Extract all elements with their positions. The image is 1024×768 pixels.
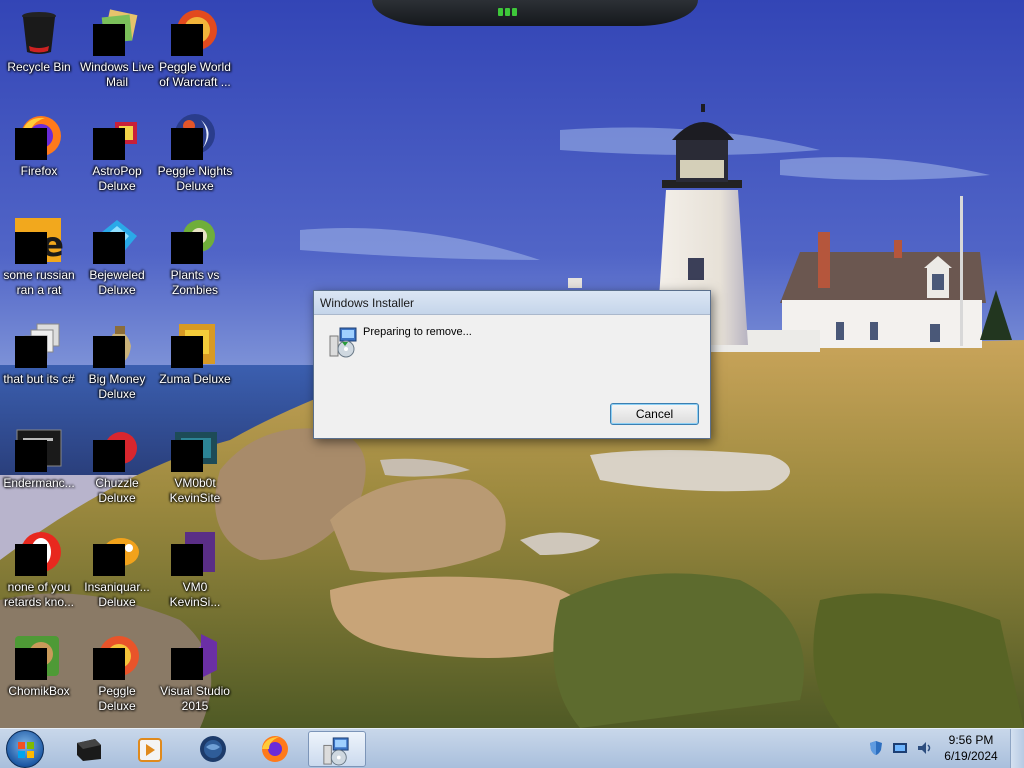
desktop-icon-label: VM0b0t KevinSite xyxy=(169,476,221,505)
taskbar-button-media-player[interactable] xyxy=(122,731,176,767)
desktop-icon-some-russian-ran-a-rat[interactable]: e some russian ran a rat xyxy=(0,210,78,306)
desktop-icon-astropop-deluxe[interactable]: AstroPop Deluxe xyxy=(78,106,156,202)
redacted-overlay xyxy=(171,440,203,472)
clock-date[interactable]: 6/19/2024 xyxy=(942,749,1000,763)
dialog-message: Preparing to remove... xyxy=(363,326,472,338)
taskbar: 9:56 PM 6/19/2024 xyxy=(0,728,1024,768)
desktop-icon-peggle-world-of-warcraft[interactable]: Peggle World of Warcraft ... xyxy=(156,2,234,98)
desktop-icon-label: VM0 KevinSi... xyxy=(169,580,221,609)
desktop-icon-zuma-deluxe[interactable]: Zuma Deluxe xyxy=(156,314,234,410)
dialog-body: Preparing to remove... Cancel xyxy=(314,316,710,438)
desktop-icon-label: Peggle Nights Deluxe xyxy=(157,164,233,193)
desktop-icon-vm0-kevinsi[interactable]: VM0 KevinSi... xyxy=(156,522,234,618)
installer-icon xyxy=(323,737,349,766)
redacted-overlay xyxy=(15,648,47,680)
desktop-icon-label: Peggle Deluxe xyxy=(98,684,136,713)
show-desktop-button[interactable] xyxy=(1010,729,1024,768)
recycle-bin-icon xyxy=(22,12,56,54)
desktop-icon-label: Zuma Deluxe xyxy=(159,372,231,386)
desktop-icon-label: Peggle World of Warcraft ... xyxy=(159,60,231,89)
desktop-icon-chomikbox[interactable]: ChomikBox xyxy=(0,626,78,722)
volume-icon[interactable] xyxy=(916,740,932,756)
black-box-icon xyxy=(77,739,101,761)
network-monitor-icon[interactable] xyxy=(892,740,908,756)
system-tray: 9:56 PM 6/19/2024 xyxy=(862,729,1024,768)
redacted-overlay xyxy=(93,544,125,576)
desktop-icon-none-of-you[interactable]: none of you retards kno... xyxy=(0,522,78,618)
desktop-icon-bejeweled-deluxe[interactable]: Bejeweled Deluxe xyxy=(78,210,156,306)
desktop-icon-label: ChomikBox xyxy=(8,684,70,698)
clock-time[interactable]: 9:56 PM xyxy=(942,733,1000,747)
desktop-icon-label: Insaniquar... Deluxe xyxy=(84,580,150,609)
taskbar-button-globe[interactable] xyxy=(186,731,240,767)
redacted-overlay xyxy=(171,24,203,56)
taskbar-button-windows-installer[interactable] xyxy=(308,731,366,767)
desktop-icon-label: Plants vs Zombies xyxy=(170,268,220,297)
shield-icon[interactable] xyxy=(868,740,884,756)
desktop-icon-label: AstroPop Deluxe xyxy=(92,164,142,193)
top-gadget-bar xyxy=(372,0,698,26)
taskbar-button-black-box[interactable] xyxy=(62,731,116,767)
desktop-icon-firefox[interactable]: Firefox xyxy=(0,106,78,202)
dialog-titlebar[interactable]: Windows Installer xyxy=(314,291,710,315)
desktop-icon-label: Chuzzle Deluxe xyxy=(95,476,139,505)
desktop-icon-label: none of you retards kno... xyxy=(3,580,75,609)
status-led-icon xyxy=(498,8,503,16)
redacted-overlay xyxy=(15,232,47,264)
desktop-icon-peggle-nights-deluxe[interactable]: Peggle Nights Deluxe xyxy=(156,106,234,202)
taskbar-button-firefox[interactable] xyxy=(248,731,302,767)
redacted-overlay xyxy=(171,336,203,368)
desktop-icon-label: Bejeweled Deluxe xyxy=(89,268,145,297)
media-player-icon xyxy=(138,738,162,762)
redacted-overlay xyxy=(15,440,47,472)
desktop-icon-label: some russian ran a rat xyxy=(3,268,75,297)
redacted-overlay xyxy=(93,24,125,56)
desktop-icon-label: Windows Live Mail xyxy=(79,60,155,89)
desktop-icon-label: Visual Studio 2015 xyxy=(160,684,230,713)
redacted-overlay xyxy=(93,232,125,264)
redacted-overlay xyxy=(93,128,125,160)
desktop-icon-vm0b0t-kevinsite[interactable]: VM0b0t KevinSite xyxy=(156,418,234,514)
desktop-icon-label: Recycle Bin xyxy=(7,60,71,74)
desktop-icon-insaniquarium-deluxe[interactable]: Insaniquar... Deluxe xyxy=(78,522,156,618)
redacted-overlay xyxy=(171,128,203,160)
status-led-icon xyxy=(512,8,517,16)
desktop-icon-label: Firefox xyxy=(20,164,58,178)
desktop-icon-windows-live-mail[interactable]: Windows Live Mail xyxy=(78,2,156,98)
dialog-title: Windows Installer xyxy=(320,296,415,310)
redacted-overlay xyxy=(93,336,125,368)
desktop-icon-visual-studio-2015[interactable]: Visual Studio 2015 xyxy=(156,626,234,722)
globe-icon xyxy=(200,736,226,762)
windows-start-icon xyxy=(18,742,34,758)
redacted-overlay xyxy=(93,440,125,472)
firefox-icon xyxy=(262,736,288,762)
redacted-overlay xyxy=(15,128,47,160)
installer-icon xyxy=(329,327,357,358)
start-button[interactable] xyxy=(6,730,44,768)
desktop-icon-label: Big Money Deluxe xyxy=(88,372,146,401)
desktop-icon-chuzzle-deluxe[interactable]: Chuzzle Deluxe xyxy=(78,418,156,514)
cancel-button[interactable]: Cancel xyxy=(610,403,699,425)
redacted-overlay xyxy=(15,336,47,368)
redacted-overlay xyxy=(15,544,47,576)
redacted-overlay xyxy=(171,232,203,264)
desktop-icon-that-but-its-csharp[interactable]: that but its c# xyxy=(0,314,78,410)
desktop-icon-big-money-deluxe[interactable]: Big Money Deluxe xyxy=(78,314,156,410)
redacted-overlay xyxy=(171,648,203,680)
desktop-icon-peggle-deluxe[interactable]: Peggle Deluxe xyxy=(78,626,156,722)
redacted-overlay xyxy=(93,648,125,680)
desktop-icon-label: that but its c# xyxy=(3,372,75,386)
status-led-icon xyxy=(505,8,510,16)
desktop-icon-recycle-bin[interactable]: Recycle Bin xyxy=(0,2,78,98)
desktop-icon-label: Endermanc... xyxy=(3,476,75,490)
desktop-icon-endermanc[interactable]: Endermanc... xyxy=(0,418,78,514)
desktop-icon-plants-vs-zombies[interactable]: Plants vs Zombies xyxy=(156,210,234,306)
redacted-overlay xyxy=(171,544,203,576)
windows-installer-dialog: Windows Installer Preparing to remove...… xyxy=(313,290,711,439)
